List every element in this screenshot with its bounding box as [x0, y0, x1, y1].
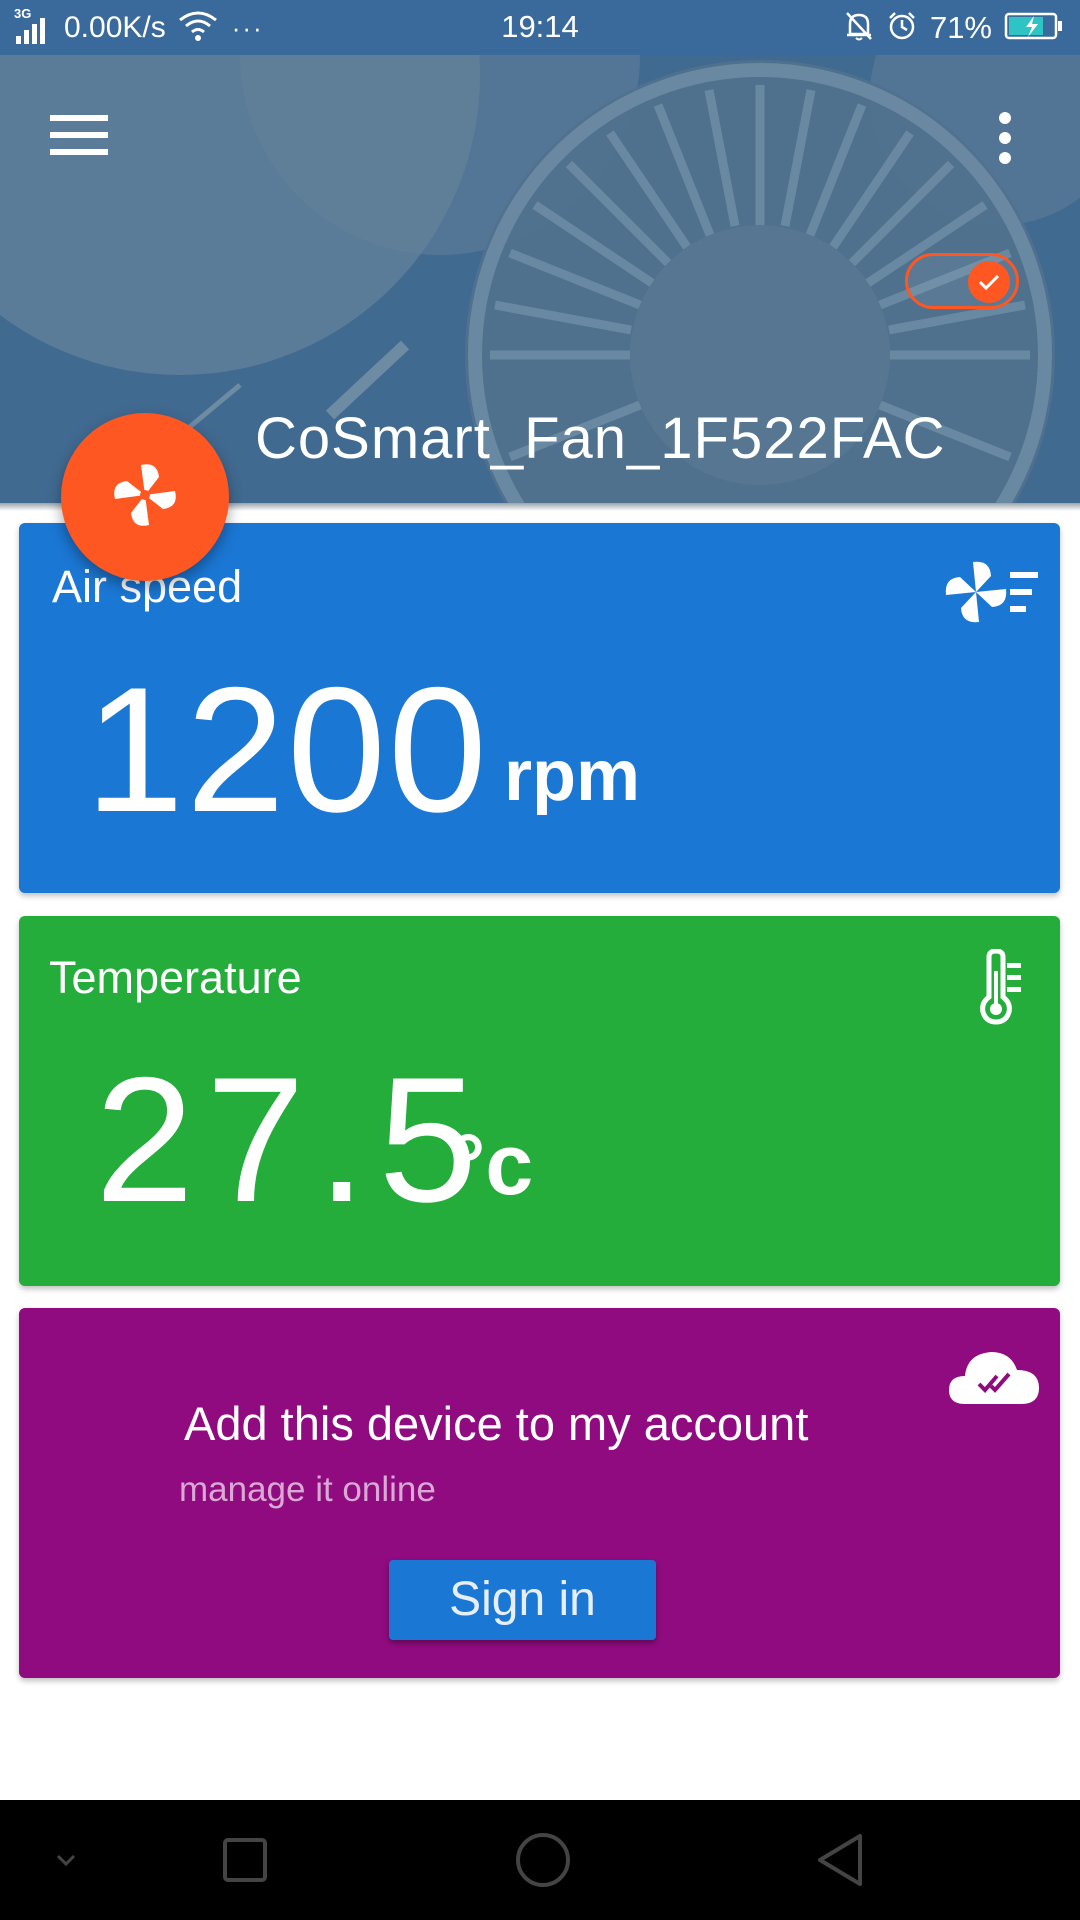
air-speed-card[interactable]: Air speed 1200 rpm [19, 523, 1060, 893]
fan-icon [109, 459, 181, 536]
back-icon[interactable] [800, 1800, 880, 1920]
temperature-unit: °c [451, 1117, 534, 1213]
system-nav-bar [0, 1800, 1080, 1920]
fan-speed-icon [944, 556, 1040, 633]
check-icon [968, 261, 1010, 303]
add-device-title: Add this device to my account [184, 1397, 809, 1450]
temperature-value: 27.5 [95, 1040, 490, 1239]
sign-in-button[interactable]: Sign in [389, 1560, 656, 1640]
power-toggle[interactable] [905, 253, 1019, 309]
alarm-icon [886, 10, 918, 47]
thermometer-icon [979, 948, 1023, 1030]
cloud-check-icon [947, 1346, 1041, 1413]
add-device-subtitle: manage it online [179, 1470, 436, 1509]
device-name: CoSmart_Fan_1F522FAC [255, 406, 946, 471]
hamburger-menu-icon[interactable] [50, 113, 118, 173]
battery-percent: 71% [929, 10, 992, 45]
home-icon[interactable] [503, 1800, 583, 1920]
fan-fab-button[interactable] [61, 413, 229, 581]
bell-off-icon [844, 10, 874, 47]
air-speed-value: 1200 [85, 650, 489, 849]
hide-nav-chevron-icon[interactable] [40, 1800, 92, 1920]
recents-icon[interactable] [205, 1800, 285, 1920]
more-vert-icon[interactable] [990, 110, 1038, 180]
temperature-title: Temperature [49, 952, 302, 1003]
air-speed-unit: rpm [504, 736, 641, 816]
battery-charging-icon [1004, 11, 1064, 46]
temperature-card[interactable]: Temperature 27.5 °c [19, 916, 1060, 1286]
status-bar: 3G 0.00K/s ··· 19:14 71% [0, 0, 1080, 55]
add-device-card: Add this device to my account manage it … [19, 1308, 1060, 1678]
